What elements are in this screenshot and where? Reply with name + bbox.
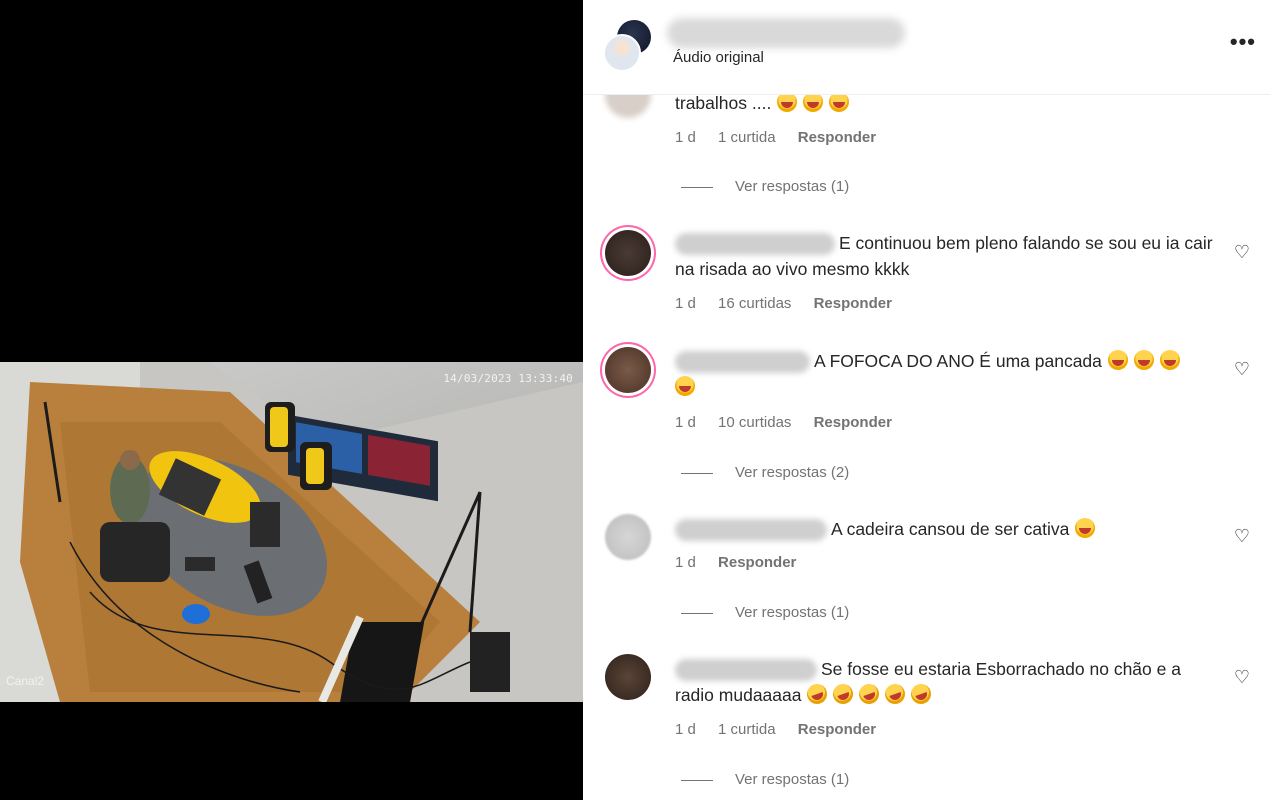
comment-text: A cadeira cansou de ser cativa: [675, 516, 1220, 542]
comment-time: 1 d: [675, 129, 696, 146]
profile-avatar: [603, 34, 641, 72]
reply-button[interactable]: Responder: [718, 554, 796, 571]
laughing-emoji-icon: [1107, 350, 1128, 370]
rofl-emoji-icon: [908, 681, 935, 707]
view-replies-label: Ver respostas (2): [735, 464, 850, 481]
comment-body: A FOFOCA DO ANO É uma pancada: [814, 351, 1102, 371]
comment-body: A cadeira cansou de ser cativa: [831, 519, 1070, 539]
view-replies-button[interactable]: Ver respostas (1): [681, 771, 849, 788]
laughing-emoji-icon: [803, 92, 824, 112]
like-heart-icon[interactable]: ♡: [1234, 667, 1250, 688]
commenter-avatar[interactable]: [605, 514, 651, 560]
view-replies-button[interactable]: Ver respostas (1): [681, 604, 849, 621]
view-replies-button[interactable]: Ver respostas (1): [681, 178, 849, 195]
laughing-emoji-icon: [1159, 350, 1180, 370]
commenter-avatar[interactable]: [605, 654, 651, 700]
video-player[interactable]: 14/03/2023 13:33:40 Canal2: [0, 0, 583, 800]
blurred-commenter-name[interactable]: [675, 659, 817, 682]
audio-original-link[interactable]: Áudio original: [673, 49, 764, 66]
comment-text: Se fosse eu estaria Esborrachado no chão…: [675, 656, 1220, 708]
divider-line: [681, 779, 713, 781]
comment-meta: 1 d Responder: [675, 554, 814, 571]
blurred-commenter-name[interactable]: [675, 351, 810, 374]
comment-text: E continuou bem pleno falando se sou eu …: [675, 230, 1220, 282]
comment-body: trabalhos ....: [675, 93, 772, 113]
commenter-avatar[interactable]: [605, 347, 651, 393]
rofl-emoji-icon: [804, 681, 831, 707]
blurred-commenter-name[interactable]: [675, 233, 835, 256]
divider-line: [681, 186, 713, 188]
comment-meta: 1 d 1 curtida Responder: [675, 129, 894, 146]
comments-panel: Áudio original ••• trabalhos .... 1 d 1 …: [583, 0, 1270, 800]
divider-line: [681, 612, 713, 614]
like-heart-icon[interactable]: ♡: [1234, 359, 1250, 380]
commenter-avatar[interactable]: [605, 230, 651, 276]
laughing-emoji-icon: [1133, 350, 1154, 370]
laughing-emoji-icon: [1075, 518, 1096, 538]
video-timestamp: 14/03/2023 13:33:40: [443, 372, 573, 385]
rofl-emoji-icon: [856, 681, 883, 707]
comment-time: 1 d: [675, 554, 696, 571]
view-replies-label: Ver respostas (1): [735, 178, 850, 195]
channel-label: Canal2: [6, 674, 45, 688]
like-heart-icon[interactable]: ♡: [1234, 526, 1250, 547]
rofl-emoji-icon: [830, 681, 857, 707]
post-header: Áudio original •••: [583, 0, 1270, 95]
reply-button[interactable]: Responder: [798, 721, 876, 738]
video-frame[interactable]: 14/03/2023 13:33:40 Canal2: [0, 362, 583, 702]
comment-text: A FOFOCA DO ANO É uma pancada: [675, 348, 1220, 400]
divider-line: [681, 472, 713, 474]
blurred-commenter-name[interactable]: [675, 519, 827, 542]
comment-meta: 1 d 1 curtida Responder: [675, 721, 894, 738]
like-count[interactable]: 16 curtidas: [718, 295, 791, 312]
reply-button[interactable]: Responder: [798, 129, 876, 146]
rofl-emoji-icon: [882, 681, 909, 707]
laughing-emoji-icon: [829, 92, 850, 112]
studio-scene-image: [0, 362, 583, 702]
laughing-emoji-icon: [675, 376, 695, 396]
comment-meta: 1 d 10 curtidas Responder: [675, 414, 910, 431]
view-replies-button[interactable]: Ver respostas (2): [681, 464, 849, 481]
like-count[interactable]: 1 curtida: [718, 129, 776, 146]
like-count[interactable]: 10 curtidas: [718, 414, 791, 431]
laughing-emoji-icon: [777, 92, 798, 112]
like-heart-icon[interactable]: ♡: [1234, 242, 1250, 263]
blurred-username[interactable]: [667, 18, 905, 48]
comment-time: 1 d: [675, 414, 696, 431]
comment-time: 1 d: [675, 721, 696, 738]
like-count[interactable]: 1 curtida: [718, 721, 776, 738]
reply-button[interactable]: Responder: [814, 414, 892, 431]
view-replies-label: Ver respostas (1): [735, 604, 850, 621]
view-replies-label: Ver respostas (1): [735, 771, 850, 788]
more-options-icon[interactable]: •••: [1230, 31, 1256, 53]
author-avatar[interactable]: [603, 20, 653, 72]
comment-meta: 1 d 16 curtidas Responder: [675, 295, 910, 312]
comment-time: 1 d: [675, 295, 696, 312]
reply-button[interactable]: Responder: [814, 295, 892, 312]
